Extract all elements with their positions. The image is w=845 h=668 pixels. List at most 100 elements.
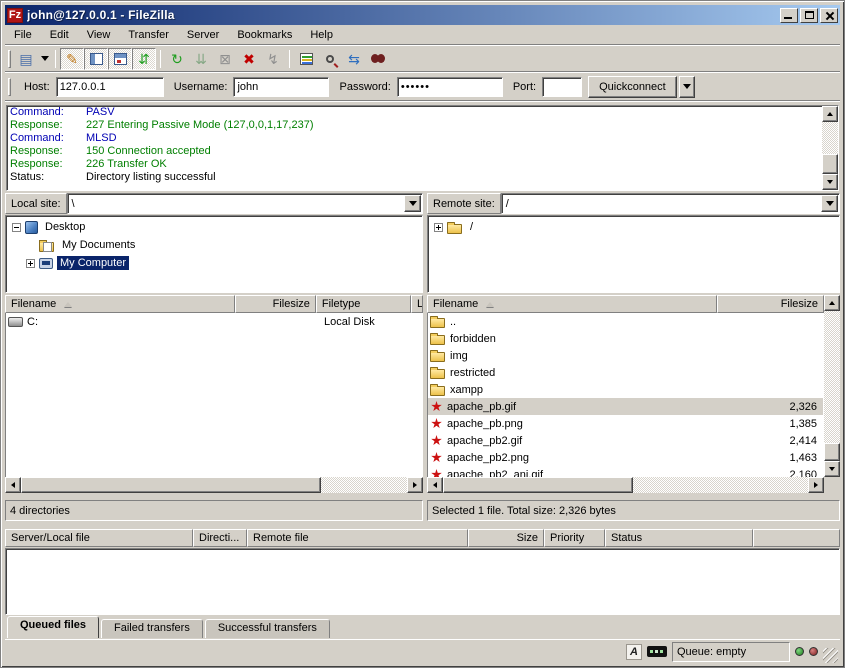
filter-button[interactable]	[294, 48, 318, 70]
chevron-down-icon	[409, 201, 417, 206]
file-row[interactable]: apache_pb2.gif2,414	[428, 432, 823, 449]
reconnect-button[interactable]: ↯	[261, 48, 285, 70]
column-direction[interactable]: Directi...	[193, 529, 247, 547]
titlebar[interactable]: Fz john@127.0.0.1 - FileZilla	[5, 5, 840, 25]
speed-limit-indicator-icon[interactable]	[647, 646, 667, 657]
tree-item-root[interactable]: /	[428, 218, 839, 236]
remote-vertical-scrollbar[interactable]	[824, 295, 840, 477]
password-input[interactable]	[397, 77, 503, 97]
host-input[interactable]	[56, 77, 164, 97]
tree-item-my-computer[interactable]: My Computer	[6, 254, 422, 272]
column-filetype[interactable]: Filetype	[316, 295, 411, 313]
expand-icon[interactable]	[434, 223, 443, 232]
menu-bookmarks[interactable]: Bookmarks	[228, 27, 301, 44]
file-row[interactable]: apache_pb2_ani.gif2,160	[428, 466, 823, 477]
local-site-dropdown[interactable]	[404, 195, 421, 212]
remote-site-dropdown[interactable]	[821, 195, 838, 212]
column-size[interactable]: Size	[468, 529, 544, 547]
menu-server[interactable]: Server	[178, 27, 228, 44]
toggle-local-tree-button[interactable]	[84, 48, 108, 70]
file-row[interactable]: apache_pb.png1,385	[428, 415, 823, 432]
close-button[interactable]	[820, 8, 838, 23]
find-files-button[interactable]	[366, 48, 390, 70]
username-input[interactable]	[233, 77, 329, 97]
toggle-message-log-button[interactable]: ✎	[60, 48, 84, 70]
scroll-left-button[interactable]	[5, 477, 21, 493]
quickconnect-grip[interactable]	[8, 78, 11, 96]
site-manager-dropdown[interactable]	[38, 48, 51, 70]
menu-file[interactable]: File	[5, 27, 41, 44]
scroll-thumb[interactable]	[822, 154, 838, 174]
column-status[interactable]: Status	[605, 529, 753, 547]
scroll-thumb[interactable]	[824, 443, 840, 461]
column-priority[interactable]: Priority	[544, 529, 605, 547]
local-site-path: \	[68, 198, 403, 210]
scroll-right-button[interactable]	[407, 477, 423, 493]
tab-successful-transfers[interactable]: Successful transfers	[205, 619, 330, 638]
scroll-right-button[interactable]	[808, 477, 824, 493]
disconnect-button[interactable]: ✖	[237, 48, 261, 70]
minimize-button[interactable]	[780, 8, 798, 23]
site-manager-button[interactable]: ▤	[14, 48, 38, 70]
toggle-remote-tree-button[interactable]	[108, 48, 132, 70]
scroll-up-button[interactable]	[824, 295, 840, 311]
scroll-down-button[interactable]	[822, 174, 838, 190]
port-input[interactable]	[542, 77, 582, 97]
column-filename[interactable]: Filename	[427, 295, 717, 313]
refresh-button[interactable]: ↻	[165, 48, 189, 70]
status-led-green-icon	[795, 647, 804, 656]
synchronized-browsing-button[interactable]: ⇆	[342, 48, 366, 70]
scroll-thumb[interactable]	[443, 477, 633, 493]
file-row-selected[interactable]: apache_pb.gif2,326	[428, 398, 823, 415]
menu-edit[interactable]: Edit	[41, 27, 78, 44]
file-row[interactable]: restricted	[428, 364, 823, 381]
local-horizontal-scrollbar[interactable]	[5, 477, 423, 493]
tab-failed-transfers[interactable]: Failed transfers	[101, 619, 203, 638]
resize-grip[interactable]	[823, 648, 838, 663]
menu-view[interactable]: View	[78, 27, 120, 44]
tab-queued-files[interactable]: Queued files	[7, 616, 99, 638]
menu-transfer[interactable]: Transfer	[119, 27, 178, 44]
disconnect-icon: ✖	[243, 52, 255, 66]
file-row[interactable]: forbidden	[428, 330, 823, 347]
cancel-icon: ⊠	[219, 52, 231, 66]
password-label: Password:	[339, 81, 390, 93]
column-server-local-file[interactable]: Server/Local file	[5, 529, 193, 547]
remote-horizontal-scrollbar[interactable]	[427, 477, 824, 493]
my-computer-icon	[39, 258, 53, 269]
column-filesize[interactable]: Filesize	[235, 295, 316, 313]
scroll-thumb[interactable]	[21, 477, 321, 493]
quickconnect-dropdown[interactable]	[679, 76, 695, 98]
file-row[interactable]: apache_pb2.png1,463	[428, 449, 823, 466]
toggle-queue-button[interactable]: ⇵	[132, 48, 156, 70]
quickconnect-button[interactable]: Quickconnect	[588, 76, 677, 98]
column-last-modified[interactable]: L	[411, 295, 423, 313]
toolbar-grip[interactable]	[8, 50, 11, 68]
file-row-c-drive[interactable]: C: Local Disk	[6, 313, 422, 330]
local-site-combo[interactable]: \	[67, 193, 423, 214]
column-filename[interactable]: Filename	[5, 295, 235, 313]
menu-help[interactable]: Help	[301, 27, 342, 44]
column-filesize[interactable]: Filesize	[717, 295, 824, 313]
remote-site-combo[interactable]: /	[501, 193, 840, 214]
scroll-down-button[interactable]	[824, 461, 840, 477]
maximize-button[interactable]	[800, 8, 818, 23]
scroll-left-button[interactable]	[427, 477, 443, 493]
file-row[interactable]: xampp	[428, 381, 823, 398]
collapse-icon[interactable]	[12, 223, 21, 232]
cancel-operation-button[interactable]: ⊠	[213, 48, 237, 70]
directory-comparison-button[interactable]	[318, 48, 342, 70]
file-row[interactable]: img	[428, 347, 823, 364]
scroll-up-button[interactable]	[822, 106, 838, 122]
expand-icon[interactable]	[26, 259, 35, 268]
file-row[interactable]: ..	[428, 313, 823, 330]
process-queue-button[interactable]: ⇊	[189, 48, 213, 70]
queue-status-panel: Queue: empty	[672, 642, 790, 662]
data-type-indicator-icon[interactable]: A	[626, 644, 642, 660]
status-led-red-icon	[809, 647, 818, 656]
log-scrollbar[interactable]	[822, 106, 838, 190]
tree-item-desktop[interactable]: Desktop	[6, 218, 422, 236]
column-remote-file[interactable]: Remote file	[247, 529, 468, 547]
tree-item-my-documents[interactable]: My Documents	[6, 236, 422, 254]
site-manager-icon: ▤	[19, 52, 32, 66]
